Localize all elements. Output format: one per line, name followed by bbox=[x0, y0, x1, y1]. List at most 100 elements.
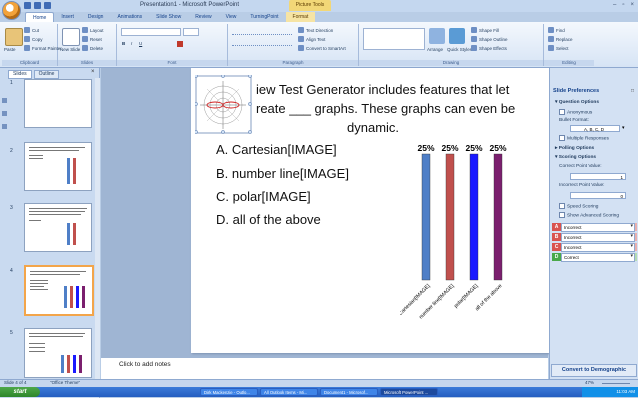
slide-thumbnail-3[interactable] bbox=[24, 203, 92, 252]
tab-turningpoint[interactable]: TurningPoint bbox=[243, 12, 285, 22]
tab-design[interactable]: Design bbox=[81, 12, 111, 22]
font-size-input[interactable] bbox=[183, 28, 199, 36]
panel-scrollbar[interactable] bbox=[95, 78, 100, 388]
bullet-format-select[interactable]: A, B, C, D bbox=[570, 125, 620, 132]
question-options-header[interactable]: ▾ Question Options bbox=[555, 100, 599, 105]
reset-button[interactable]: Reset bbox=[82, 36, 102, 42]
chevron-down-icon[interactable]: ▾ bbox=[622, 125, 625, 131]
save-icon[interactable] bbox=[24, 2, 31, 9]
font-family-input[interactable] bbox=[121, 28, 181, 36]
align-icon[interactable] bbox=[232, 39, 292, 46]
tab-insert[interactable]: Insert bbox=[54, 12, 81, 22]
speed-scoring-checkbox[interactable]: Speed Scoring bbox=[559, 203, 598, 209]
thumb-text-line bbox=[29, 220, 41, 221]
bullets-icon[interactable] bbox=[232, 28, 292, 35]
answer-c-select[interactable]: Incorrect bbox=[561, 242, 635, 252]
align-text-button[interactable]: Align Text bbox=[298, 36, 325, 42]
bold-button[interactable]: B bbox=[122, 41, 125, 46]
smartart-button[interactable]: Convert to SmartArt bbox=[298, 45, 346, 51]
pin-icon[interactable] bbox=[1, 98, 7, 103]
tab-view[interactable]: View bbox=[219, 12, 244, 22]
format-painter-button[interactable]: Format Painter bbox=[24, 45, 62, 51]
brush-icon bbox=[24, 45, 30, 51]
slide-thumbnail-4[interactable] bbox=[24, 265, 94, 316]
tab-slide-show[interactable]: Slide Show bbox=[149, 12, 188, 22]
copy-button[interactable]: Copy bbox=[24, 36, 43, 42]
multiple-responses-checkbox[interactable]: Multiple Responses bbox=[559, 135, 609, 141]
minimize-icon[interactable]: – bbox=[613, 2, 616, 8]
maximize-icon[interactable]: ▫ bbox=[622, 2, 624, 8]
redo-icon[interactable] bbox=[44, 2, 51, 9]
delete-icon bbox=[82, 45, 88, 51]
taskbar-item-powerpoint[interactable]: Microsoft PowerPoint ... bbox=[380, 388, 438, 396]
close-icon[interactable]: × bbox=[630, 2, 634, 8]
incorrect-point-label: Incorrect Point Value: bbox=[559, 183, 605, 188]
panel-close-icon[interactable]: × bbox=[91, 69, 95, 75]
tab-review[interactable]: Review bbox=[188, 12, 218, 22]
arrange-button[interactable]: Arrange bbox=[427, 47, 443, 52]
polling-options-header[interactable]: ▸ Polling Options bbox=[555, 146, 594, 151]
shape-effects-button[interactable]: Shape Effects bbox=[471, 45, 507, 51]
quick-styles-icon[interactable] bbox=[449, 28, 465, 44]
layout-button[interactable]: Layout bbox=[82, 27, 104, 33]
nav-icon[interactable] bbox=[1, 111, 7, 116]
question-line-3: dynamic. bbox=[347, 120, 400, 135]
replace-button[interactable]: Replace bbox=[548, 36, 573, 42]
convert-to-demographic-button[interactable]: Convert to Demographic bbox=[551, 364, 637, 377]
correct-point-input[interactable]: 1 bbox=[570, 173, 626, 180]
undo-icon[interactable] bbox=[34, 2, 41, 9]
taskbar-item-outlook-items[interactable]: All Outlook Items - Mi... bbox=[260, 388, 318, 396]
tab-format[interactable]: Format bbox=[285, 12, 316, 22]
slide-thumbnail-2[interactable] bbox=[24, 142, 92, 191]
shapes-gallery[interactable] bbox=[363, 28, 425, 50]
zoom-slider[interactable] bbox=[602, 383, 630, 384]
clipboard-group-label: Clipboard bbox=[2, 60, 57, 66]
taskbar-item-word[interactable]: Document1 - Microsof... bbox=[320, 388, 378, 396]
polar-graph-image[interactable] bbox=[194, 74, 252, 134]
tab-home[interactable]: Home bbox=[25, 12, 55, 22]
question-options-label: Question Options bbox=[558, 100, 599, 105]
slide-thumbnail-5[interactable] bbox=[24, 328, 92, 378]
new-slide-icon[interactable] bbox=[62, 28, 80, 46]
thumb-text-line bbox=[29, 347, 45, 348]
answer-d-select[interactable]: Correct bbox=[561, 252, 635, 262]
slide-info: Slide 4 of 4 bbox=[4, 380, 27, 385]
arrange-icon[interactable] bbox=[429, 28, 445, 44]
quick-styles-button[interactable]: Quick Styles bbox=[447, 47, 472, 52]
tab-animations[interactable]: Animations bbox=[110, 12, 149, 22]
underline-button[interactable]: U bbox=[139, 41, 142, 46]
home-icon[interactable] bbox=[1, 124, 7, 129]
scoring-options-header[interactable]: ▾ Scoring Options bbox=[555, 155, 596, 160]
delete-button[interactable]: Delete bbox=[82, 45, 103, 51]
shape-outline-button[interactable]: Shape Outline bbox=[471, 36, 508, 42]
shape-fill-button[interactable]: Shape Fill bbox=[471, 27, 499, 33]
paste-button[interactable]: Paste bbox=[4, 47, 16, 52]
incorrect-point-input[interactable]: 0 bbox=[570, 192, 626, 199]
notes-pane[interactable]: Click to add notes bbox=[101, 356, 548, 379]
layout-label: Layout bbox=[90, 27, 104, 33]
tab-slides[interactable]: Slides bbox=[8, 70, 32, 79]
tab-outline[interactable]: Outline bbox=[33, 70, 60, 79]
office-button[interactable] bbox=[2, 1, 21, 20]
slide-thumbnail-1[interactable] bbox=[24, 79, 92, 128]
start-button[interactable]: start bbox=[0, 387, 40, 397]
font-color-icon[interactable] bbox=[177, 41, 183, 47]
cut-button[interactable]: Cut bbox=[24, 27, 39, 33]
effects-icon bbox=[471, 45, 477, 51]
italic-button[interactable]: I bbox=[131, 41, 132, 46]
anonymous-checkbox[interactable]: Anonymous bbox=[559, 109, 592, 115]
taskbar-item-outlook[interactable]: Dirk Mackenzie - Outlo... bbox=[200, 388, 258, 396]
answer-list: A Incorrect B Incorrect C Incorrect D Co… bbox=[552, 222, 637, 262]
answer-b-select[interactable]: Incorrect bbox=[561, 232, 635, 242]
select-button[interactable]: Select bbox=[548, 45, 569, 51]
find-button[interactable]: Find bbox=[548, 27, 565, 33]
new-slide-button[interactable]: New Slide bbox=[60, 47, 80, 52]
pane-expand-icon[interactable]: □ bbox=[631, 88, 634, 94]
multiple-responses-label: Multiple Responses bbox=[567, 136, 609, 142]
speed-scoring-label: Speed Scoring bbox=[567, 204, 599, 210]
answer-a-select[interactable]: Incorrect bbox=[561, 222, 635, 232]
paste-icon[interactable] bbox=[5, 28, 23, 46]
show-advanced-checkbox[interactable]: Show Advanced Scoring bbox=[559, 212, 619, 218]
thumb-text-line bbox=[30, 271, 86, 272]
text-direction-button[interactable]: Text Direction bbox=[298, 27, 333, 33]
